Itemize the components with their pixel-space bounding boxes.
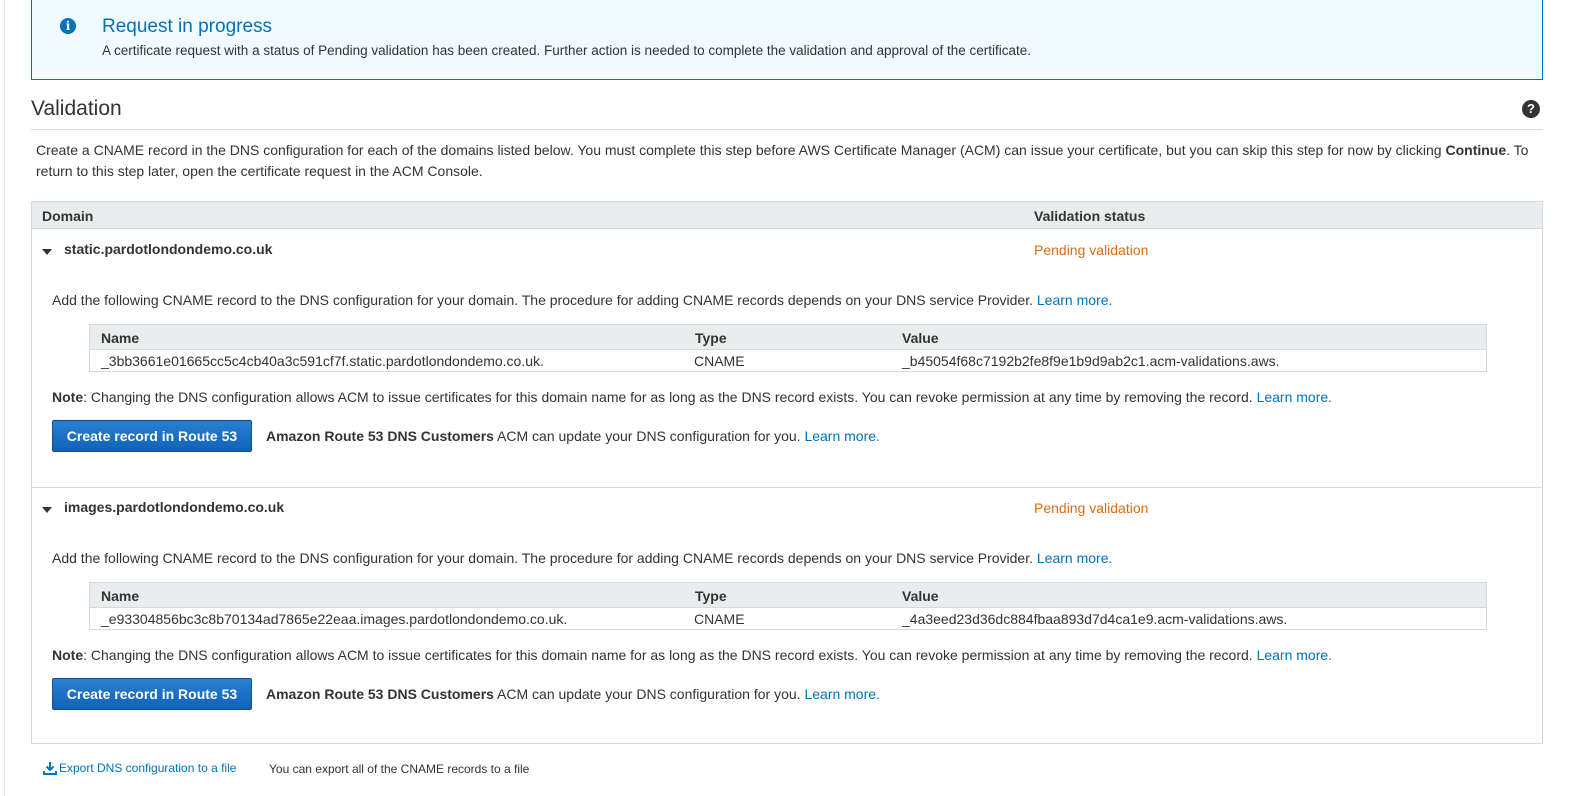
cname-name: _e93304856bc3c8b70134ad7865e22eaa.images… — [101, 611, 568, 627]
alert-message: A certificate request with a status of P… — [102, 43, 1032, 58]
route53-text: ACM can update your DNS configuration fo… — [493, 686, 805, 702]
alert-title: Request in progress — [102, 16, 273, 37]
cname-header-type: Type — [695, 330, 727, 346]
cname-header-value: Value — [902, 330, 939, 346]
note-text: : Changing the DNS configuration allows … — [83, 647, 1257, 663]
description-text: Create a CNAME record in the DNS configu… — [36, 142, 1446, 158]
export-note: You can export all of the CNAME records … — [269, 762, 530, 776]
cname-instructions: Add the following CNAME record to the DN… — [52, 550, 1112, 566]
column-header-status: Validation status — [1034, 208, 1146, 224]
domain-row: static.pardotlondondemo.co.uk Pending va… — [32, 229, 1542, 487]
page-edge-rule — [4, 0, 5, 796]
row-divider — [32, 487, 1542, 488]
route53-text: ACM can update your DNS configuration fo… — [493, 428, 805, 444]
caret-down-icon[interactable] — [42, 507, 52, 513]
cname-type: CNAME — [694, 353, 745, 369]
domain-row: images.pardotlondondemo.co.uk Pending va… — [32, 487, 1542, 745]
route53-learn-more-link[interactable]: Learn more. — [804, 686, 879, 702]
cname-table: Name Type Value _e93304856bc3c8b70134ad7… — [89, 582, 1487, 630]
help-icon[interactable]: ? — [1522, 100, 1540, 118]
dns-note: Note: Changing the DNS configuration all… — [52, 389, 1332, 405]
route53-learn-more-link[interactable]: Learn more. — [804, 428, 879, 444]
domain-name[interactable]: images.pardotlondondemo.co.uk — [64, 499, 284, 515]
domain-name[interactable]: static.pardotlondondemo.co.uk — [64, 241, 272, 257]
table-header: Domain Validation status — [32, 202, 1542, 229]
route53-customers-label: Amazon Route 53 DNS Customers — [266, 428, 494, 444]
cname-type: CNAME — [694, 611, 745, 627]
cname-header-name: Name — [101, 588, 140, 604]
caret-down-icon[interactable] — [42, 249, 52, 255]
info-icon: i — [60, 18, 76, 34]
instructions-text: Add the following CNAME record to the DN… — [52, 550, 1037, 566]
export-dns-link[interactable]: Export DNS configuration to a file — [43, 761, 236, 775]
download-icon — [43, 762, 57, 775]
cname-header-value: Value — [902, 588, 939, 604]
learn-more-link[interactable]: Learn more. — [1037, 550, 1112, 566]
note-text: : Changing the DNS configuration allows … — [83, 389, 1257, 405]
route53-info: Amazon Route 53 DNS Customers ACM can up… — [266, 686, 880, 702]
export-link-label[interactable]: Export DNS configuration to a file — [59, 761, 236, 775]
route53-info: Amazon Route 53 DNS Customers ACM can up… — [266, 428, 880, 444]
cname-header-type: Type — [695, 588, 727, 604]
note-learn-more-link[interactable]: Learn more. — [1257, 389, 1332, 405]
divider — [31, 129, 1543, 130]
note-label: Note — [52, 647, 84, 663]
create-record-route53-button[interactable]: Create record in Route 53 — [52, 678, 252, 710]
domain-table: Domain Validation status static.pardotlo… — [31, 201, 1543, 744]
info-alert: i Request in progress A certificate requ… — [31, 0, 1543, 80]
route53-customers-label: Amazon Route 53 DNS Customers — [266, 686, 494, 702]
validation-status: Pending validation — [1034, 500, 1149, 516]
description-continue: Continue — [1445, 142, 1507, 158]
cname-value: _b45054f68c7192b2fe8f9e1b9d9ab2c1.acm-va… — [902, 353, 1280, 369]
validation-description: Create a CNAME record in the DNS configu… — [36, 140, 1541, 182]
cname-header-name: Name — [101, 330, 140, 346]
section-title: Validation — [31, 97, 122, 120]
cname-instructions: Add the following CNAME record to the DN… — [52, 292, 1112, 308]
note-learn-more-link[interactable]: Learn more. — [1257, 647, 1332, 663]
cname-header: Name Type Value — [90, 583, 1486, 608]
column-header-domain: Domain — [42, 208, 94, 224]
cname-header: Name Type Value — [90, 325, 1486, 350]
instructions-text: Add the following CNAME record to the DN… — [52, 292, 1037, 308]
validation-status: Pending validation — [1034, 242, 1149, 258]
note-label: Note — [52, 389, 84, 405]
cname-name: _3bb3661e01665cc5c4cb40a3c591cf7f.static… — [101, 353, 544, 369]
cname-table: Name Type Value _3bb3661e01665cc5c4cb40a… — [89, 324, 1487, 372]
dns-note: Note: Changing the DNS configuration all… — [52, 647, 1332, 663]
learn-more-link[interactable]: Learn more. — [1037, 292, 1112, 308]
create-record-route53-button[interactable]: Create record in Route 53 — [52, 420, 252, 452]
cname-value: _4a3eed23d36dc884fbaa893d7d4ca1e9.acm-va… — [902, 611, 1288, 627]
